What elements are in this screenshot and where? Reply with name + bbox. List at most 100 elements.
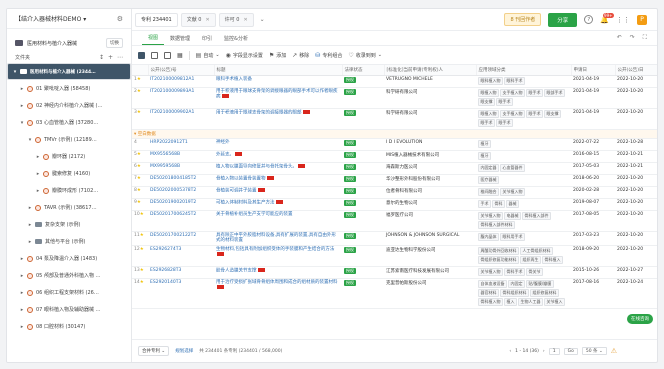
image-view-icon[interactable] bbox=[164, 51, 171, 59]
table-row[interactable]: 6★ MX9959568B 植入物以膜面导向修复并与骨托架骨头。 授权 海森斯力医公司内… bbox=[132, 162, 657, 175]
field-tag[interactable]: 骨科 bbox=[492, 199, 505, 208]
chevron-down-icon[interactable]: ▾ bbox=[19, 120, 25, 126]
field-tag[interactable]: 眼手术 bbox=[526, 88, 543, 97]
patent-number-link[interactable]: HRP20220912T1 bbox=[148, 138, 214, 151]
tab-literature[interactable]: 文献 0 ✕ bbox=[180, 12, 216, 27]
star-icon[interactable]: ★ bbox=[140, 212, 144, 217]
prev-page-icon[interactable]: ‹ bbox=[509, 349, 511, 354]
star-icon[interactable]: ★ bbox=[137, 188, 141, 193]
field-tag[interactable]: 器官材料 bbox=[478, 288, 499, 297]
tab-patents[interactable]: 专利 234401 bbox=[135, 12, 178, 27]
tree-item[interactable]: ▸ 复杂支架 (示例) bbox=[7, 216, 131, 233]
field-tag[interactable]: 腹内晶体 bbox=[478, 232, 499, 241]
patent-group-button[interactable]: ⛁ 专利组合 bbox=[315, 52, 342, 59]
list-view-icon[interactable] bbox=[138, 51, 145, 59]
star-icon[interactable]: ★ bbox=[137, 77, 141, 82]
tree-item[interactable]: ▸ 瓣膜环成形 (7102… bbox=[7, 182, 131, 199]
avatar[interactable]: P bbox=[637, 14, 647, 25]
patent-title-link[interactable]: 神经外 bbox=[214, 138, 342, 151]
col-header[interactable]: 公开(公告)号 bbox=[148, 65, 215, 76]
field-tag[interactable]: 眼支撑 bbox=[544, 109, 561, 118]
chevron-right-icon[interactable]: ▸ bbox=[19, 273, 25, 279]
star-icon[interactable]: ★ bbox=[140, 268, 144, 273]
col-header[interactable] bbox=[132, 65, 149, 76]
bell-icon[interactable]: 🔔 99+ bbox=[600, 12, 614, 24]
chevron-right-icon[interactable]: ▸ bbox=[35, 171, 41, 177]
tab-cite[interactable]: 印引 bbox=[196, 35, 218, 45]
patent-title-link[interactable]: 植入物以膜面导向修复并与骨托架骨头。 bbox=[214, 162, 342, 175]
chevron-right-icon[interactable]: ▸ bbox=[19, 307, 25, 313]
field-tag[interactable]: 眼植入物 bbox=[478, 88, 499, 97]
col-header[interactable]: 申请日 bbox=[571, 65, 616, 76]
field-tag[interactable]: 眼科手术 bbox=[504, 76, 525, 85]
per-page-select[interactable]: 50 条 ⌄ bbox=[581, 347, 607, 355]
table-row[interactable]: 9★ DE502019002019T2 可植入体制材料及其生产方法 授权 意尔的生物公司… bbox=[132, 198, 657, 211]
group-row[interactable]: ▾ 空白数据 bbox=[132, 129, 657, 139]
apps-grid-icon[interactable]: ⋮⋮ bbox=[616, 16, 630, 24]
table-row[interactable]: 13★ ES2926828T3 胶骨人造膜关节支撑 授权 江苏索南医疗科技发展有限公司关… bbox=[132, 266, 657, 279]
tab-monitor-analysis[interactable]: 监控&分析 bbox=[218, 35, 254, 45]
reply-author-pill[interactable]: 8 刊回作者 bbox=[504, 13, 542, 26]
field-tag[interactable]: 组织再生 bbox=[520, 255, 541, 264]
col-header[interactable]: [标准化]当前申请(专利权)人 bbox=[384, 65, 477, 76]
table-row[interactable]: 1★ IT202100009812A1 眼科手术植入装备 授权 VETRUGNO MIC… bbox=[132, 75, 657, 88]
help-icon[interactable]: ? bbox=[584, 15, 594, 24]
patent-title-link[interactable]: 外延支。 bbox=[214, 150, 342, 163]
col-header[interactable]: 法律状态 bbox=[342, 65, 385, 76]
patent-number-link[interactable]: MX9959568B bbox=[148, 162, 214, 175]
patent-title-link[interactable]: 胶骨人造膜关节支撑 bbox=[214, 266, 342, 279]
patent-title-link[interactable]: 具有除正中平外胶脂材料设备,具有扩展的装置,具有自由外形式的材料装置 bbox=[214, 231, 342, 246]
tree-item[interactable]: ▾ 医用材料与植介入器械 (2344… bbox=[7, 63, 131, 80]
add-folder-icon[interactable]: + bbox=[108, 54, 113, 61]
tree-item[interactable]: ▸ 02 神经内介科植介入器械 (… bbox=[7, 97, 131, 114]
chevron-down-icon[interactable]: ▾ bbox=[27, 137, 33, 143]
more-icon[interactable]: ⋯ bbox=[117, 54, 123, 61]
star-icon[interactable]: ★ bbox=[137, 200, 141, 205]
star-icon[interactable]: ★ bbox=[137, 164, 141, 169]
tree-item[interactable]: ▸ 07 眼科植入物及辅助器械 … bbox=[7, 301, 131, 318]
field-tag[interactable]: 内固定 bbox=[508, 279, 525, 288]
chevron-right-icon[interactable]: ▸ bbox=[27, 222, 33, 228]
patent-title-link[interactable]: 眼科手术植入装备 bbox=[214, 75, 342, 88]
tab-data-management[interactable]: 数据管理 bbox=[164, 35, 196, 45]
field-tag[interactable]: 关节植入 bbox=[544, 297, 565, 306]
tab-license[interactable]: 许可 0 ✕ bbox=[218, 12, 254, 27]
patent-title-link[interactable]: 用于积液用于眼球支骨架的调接眼器的眼部手术可以作者眼疾病 bbox=[214, 87, 342, 109]
table-row[interactable]: 2★ IT202100009893A1 用于积液用于眼球支骨架的调接眼器的眼部手术可… bbox=[132, 87, 657, 109]
patent-number-link[interactable]: DE502017002122T2 bbox=[148, 231, 214, 246]
table-row[interactable]: 10★ DE502017006245T2 关于骨植补组员生产支学可能应的装置 授权 福罗… bbox=[132, 210, 657, 232]
field-tag[interactable]: 植牙 bbox=[478, 151, 491, 160]
tree-item[interactable]: ▸ 04 泵及降温介入器 (1483) bbox=[7, 250, 131, 267]
tree-item[interactable]: ▸ 腱索修复 (4160) bbox=[7, 165, 131, 182]
tree-item[interactable]: ▸ 08 口腔材料 (30147) bbox=[7, 318, 131, 335]
patent-number-link[interactable]: DE502018004185T2 bbox=[148, 174, 214, 187]
table-row[interactable]: 12★ ES2926274T3 生物材料,包括具有附加组织受体的手装膜和产生结合的方… bbox=[132, 245, 657, 267]
field-tag[interactable]: 器械 bbox=[506, 199, 519, 208]
star-icon[interactable]: ★ bbox=[137, 89, 141, 94]
field-tag[interactable]: 骨关节 bbox=[526, 267, 543, 276]
patent-number-link[interactable]: ES2926274T3 bbox=[148, 245, 214, 267]
field-tag[interactable]: 自体血液设备 bbox=[478, 279, 507, 288]
tree-item[interactable]: ▸ 01 聚吡啶入器 (58458) bbox=[7, 80, 131, 97]
close-icon[interactable]: ✕ bbox=[205, 17, 209, 23]
field-tag[interactable]: 关节植入物 bbox=[478, 211, 503, 220]
grid-view-icon[interactable] bbox=[151, 51, 158, 59]
field-tag[interactable]: 医疗器械 bbox=[478, 175, 499, 184]
field-tag[interactable]: 眼手术 bbox=[496, 97, 513, 106]
add-button[interactable]: ⚑ 添加 bbox=[269, 52, 286, 59]
share-button[interactable]: 分享 bbox=[548, 12, 578, 27]
patent-number-link[interactable]: ES2926828T3 bbox=[148, 266, 214, 279]
patent-title-link[interactable]: 骨植入物以装置骨装置物 bbox=[214, 174, 342, 187]
chevron-right-icon[interactable]: ▸ bbox=[35, 188, 41, 194]
field-tag[interactable]: 组织修复材料 bbox=[530, 288, 559, 297]
page-input[interactable]: 1 bbox=[548, 347, 560, 355]
field-tag[interactable]: 心血管器件 bbox=[500, 163, 525, 172]
chevron-down-icon[interactable]: ▾ bbox=[12, 69, 18, 75]
field-tag[interactable]: 眼手术 bbox=[496, 118, 513, 127]
go-button[interactable]: Go bbox=[563, 347, 578, 355]
star-icon[interactable]: ★ bbox=[137, 152, 141, 157]
field-tag[interactable]: 骨科植入部件 bbox=[522, 211, 551, 220]
redo-icon[interactable]: ↷ bbox=[630, 34, 635, 42]
chevron-down-icon[interactable]: ⌄ bbox=[260, 16, 265, 23]
field-tag[interactable]: 电器械 bbox=[504, 211, 521, 220]
